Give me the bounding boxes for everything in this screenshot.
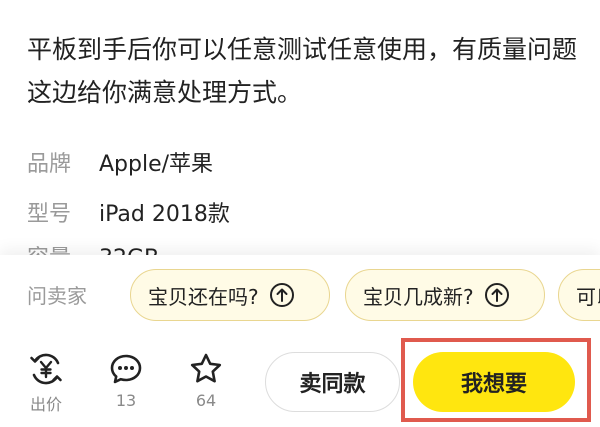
spec-key: 品牌 [27, 152, 72, 177]
send-up-icon [484, 282, 510, 308]
spec-row-brand: 品牌 Apple/苹果 [27, 150, 213, 180]
spec-value: Apple/苹果 [99, 152, 214, 177]
spec-value: iPad 2018款 [99, 202, 230, 227]
favorite-count: 64 [195, 391, 217, 410]
chip-text: 可以 [576, 284, 600, 309]
product-detail-page: 平板到手后你可以任意测试任意使用，有质量问题这边给你满意处理方式。 品牌 App… [0, 0, 600, 427]
spec-row-model: 型号 iPad 2018款 [27, 200, 230, 230]
ask-seller-bar: 问卖家 宝贝还在吗? 宝贝几成新? 可以 [0, 255, 600, 338]
sell-same-button[interactable]: 卖同款 [265, 352, 400, 412]
quick-question-chip[interactable]: 宝贝几成新? [345, 269, 545, 321]
make-offer-label: 出价 [29, 395, 62, 414]
star-icon [190, 353, 222, 383]
ask-seller-label: 问卖家 [27, 284, 87, 308]
comment-button[interactable]: 13 [96, 351, 156, 410]
comment-count: 13 [115, 391, 137, 410]
product-description: 平板到手后你可以任意测试任意使用，有质量问题这边给你满意处理方式。 [27, 35, 578, 107]
send-up-icon [269, 282, 295, 308]
quick-question-chip[interactable]: 可以 [558, 269, 600, 321]
chip-text: 宝贝还在吗? [148, 284, 259, 309]
quick-question-chip[interactable]: 宝贝还在吗? [130, 269, 330, 321]
bottom-action-bar: 出价 13 64 卖同款 我想要 [0, 337, 600, 427]
comment-icon [110, 354, 142, 384]
spec-key: 型号 [27, 202, 72, 227]
favorite-button[interactable]: 64 [176, 351, 236, 410]
price-offer-icon [30, 353, 62, 385]
make-offer-button[interactable]: 出价 [16, 351, 76, 415]
want-button[interactable]: 我想要 [413, 352, 575, 412]
chip-text: 宝贝几成新? [363, 284, 474, 309]
